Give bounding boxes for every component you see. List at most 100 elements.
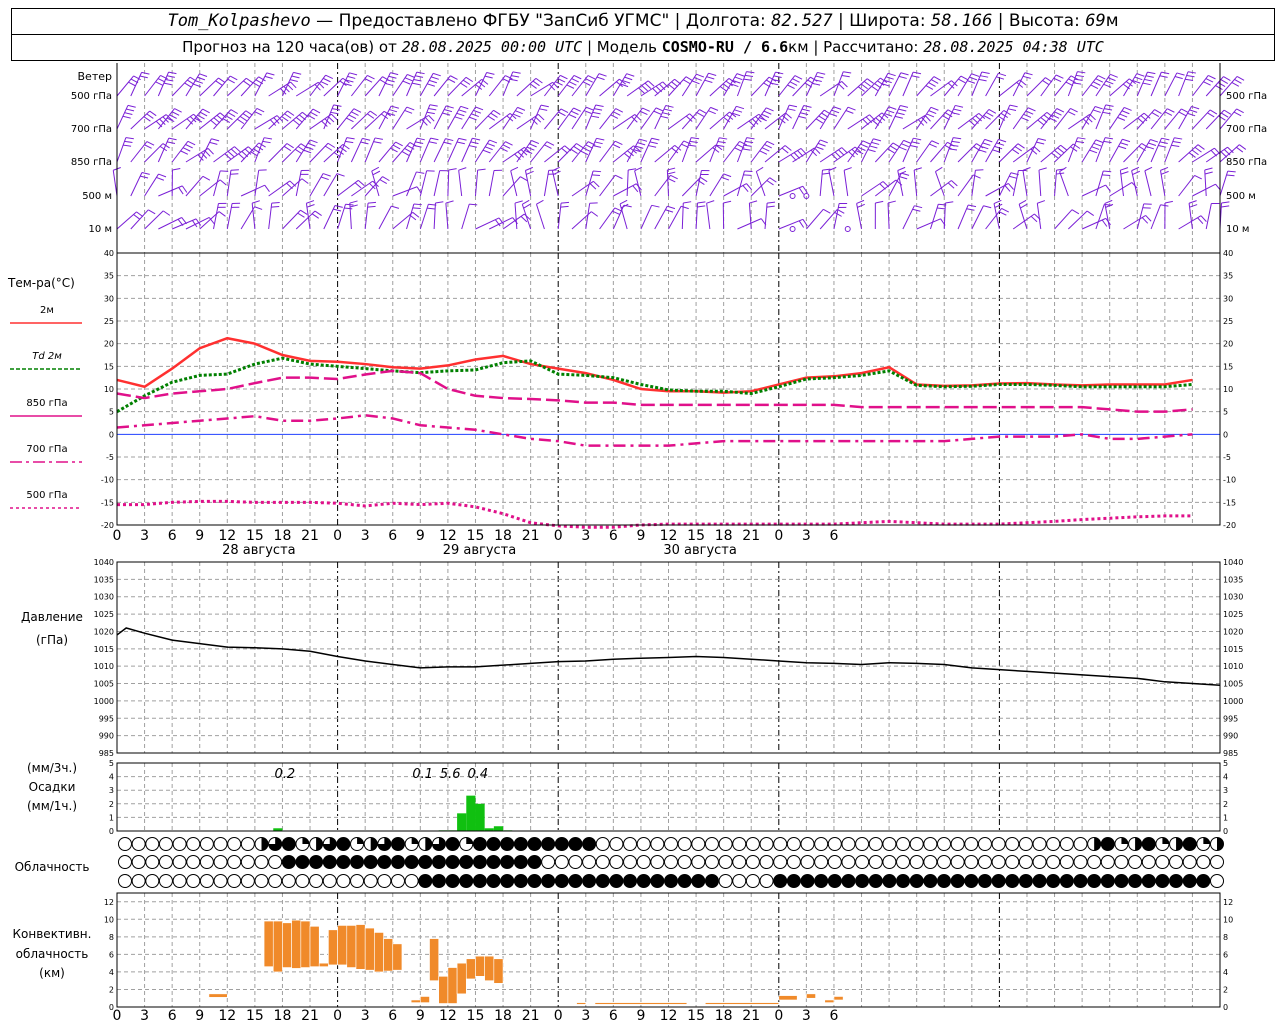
wind-barb-flag <box>887 148 895 154</box>
temp-x-tick: 9 <box>195 528 204 544</box>
wind-barb-shaft <box>323 173 338 197</box>
temp-tick-right: -5 <box>1223 453 1231 462</box>
cloud-circle <box>158 837 173 851</box>
wind-barb-flag <box>935 166 943 172</box>
wind-barb <box>957 174 981 197</box>
cloud-symbol <box>937 855 951 869</box>
wind-barb <box>943 104 964 130</box>
wind-barb-flag <box>951 140 960 144</box>
wind-barb-flag <box>1105 80 1114 85</box>
wind-barb <box>599 108 624 130</box>
cloud-symbol <box>1182 874 1197 888</box>
wind-barb <box>406 203 422 230</box>
wind-barb <box>709 78 736 97</box>
conv-bar <box>364 927 375 971</box>
wind-barb-flag <box>582 147 591 152</box>
cloud-circle <box>391 837 405 851</box>
wind-barb-flag <box>517 106 526 111</box>
wind-barb-flag <box>1172 140 1181 144</box>
conv-bar <box>392 943 403 971</box>
wind-barb-shaft <box>489 217 513 230</box>
wind-barb-flag <box>1095 78 1104 83</box>
wind-barb-flag <box>863 80 871 87</box>
wind-barb <box>433 105 454 130</box>
wind-barb-flag <box>227 150 235 158</box>
wind-barb-flag <box>888 106 897 110</box>
cloud-circle <box>145 837 160 851</box>
wind-barb-flag <box>596 76 605 81</box>
wind-barb-shaft <box>971 205 984 230</box>
wind-barb-flag <box>745 140 754 144</box>
cloud-circle <box>745 837 760 851</box>
wind-barb-flag <box>697 205 706 208</box>
wind-barb-flag <box>560 74 568 80</box>
cloud-circle <box>350 855 365 869</box>
wind-barb-flag <box>928 110 937 115</box>
cloud-circle <box>1005 855 1020 869</box>
cloud-symbol <box>923 855 938 869</box>
wind-barb-flag <box>1200 215 1207 222</box>
cloud-symbol <box>418 874 433 888</box>
cloud-circle <box>227 855 242 869</box>
wind-barb-flag <box>331 113 338 121</box>
wind-barb-flag <box>706 200 715 204</box>
wind-barb-flag <box>123 144 132 147</box>
wind-barb-flag <box>945 201 954 204</box>
cloud-symbol <box>745 837 760 851</box>
cloud-symbol <box>650 874 665 888</box>
conv-bar <box>383 938 394 972</box>
wind-barb-flag <box>374 137 383 140</box>
wind-barb-flag <box>838 83 845 90</box>
cloud-symbol <box>1196 855 1211 869</box>
cloud-circle <box>855 874 870 888</box>
wind-level-left: 500 м <box>82 191 112 202</box>
conv-x-tick: 9 <box>416 1008 425 1024</box>
wind-barb-flag <box>1141 217 1149 224</box>
press-tick-left: 1025 <box>94 610 114 619</box>
wind-barb-flag <box>610 114 619 119</box>
conv-bar <box>456 962 467 995</box>
wind-barb-flag <box>333 208 342 212</box>
wind-barb-flag <box>1191 149 1199 156</box>
wind-barb-flag <box>1054 111 1062 116</box>
wind-barb-flag <box>873 138 882 142</box>
wind-barb-flag <box>412 211 420 218</box>
wind-barb <box>755 166 766 197</box>
wind-barb-flag <box>555 81 563 86</box>
date-label: 30 августа <box>663 543 737 558</box>
wind-barb <box>337 179 365 197</box>
cloud-symbol <box>322 855 337 869</box>
wind-barb <box>419 104 438 130</box>
conv-bar <box>318 962 329 967</box>
cloud-circle <box>1100 874 1115 888</box>
wind-barb-flag <box>815 146 824 150</box>
cloud-symbol <box>322 837 337 851</box>
cloud-symbol <box>513 855 528 869</box>
cloud-symbol <box>664 855 678 869</box>
wind-barb-flag <box>312 108 321 114</box>
wind-barb-flag <box>310 111 318 117</box>
wind-barb-shaft <box>668 206 682 230</box>
wind-barb <box>706 200 715 230</box>
wind-barb-flag <box>1234 78 1242 84</box>
wind-barb-shaft <box>1109 182 1133 197</box>
wind-barb-flag <box>742 148 751 151</box>
wind-barb <box>916 76 942 97</box>
wind-barb-flag <box>763 110 772 115</box>
cloud-circle <box>486 837 501 851</box>
conv-bar <box>484 955 495 981</box>
cloud-symbol <box>1087 874 1102 888</box>
wind-barb <box>874 200 884 230</box>
wind-barb <box>971 169 984 197</box>
wind-barb-flag <box>670 174 678 180</box>
cloud-symbol <box>1210 855 1224 869</box>
wind-barb-flag <box>331 108 341 111</box>
wind-barb <box>475 139 498 163</box>
wind-barb-flag <box>947 182 955 189</box>
cloud-circle <box>281 837 296 851</box>
wind-barb-flag <box>373 141 382 144</box>
wind-barb-flag <box>642 107 650 112</box>
wind-level-left: 700 гПа <box>71 124 112 135</box>
wind-barb-flag <box>838 149 845 156</box>
wind-barb-flag <box>829 113 838 117</box>
